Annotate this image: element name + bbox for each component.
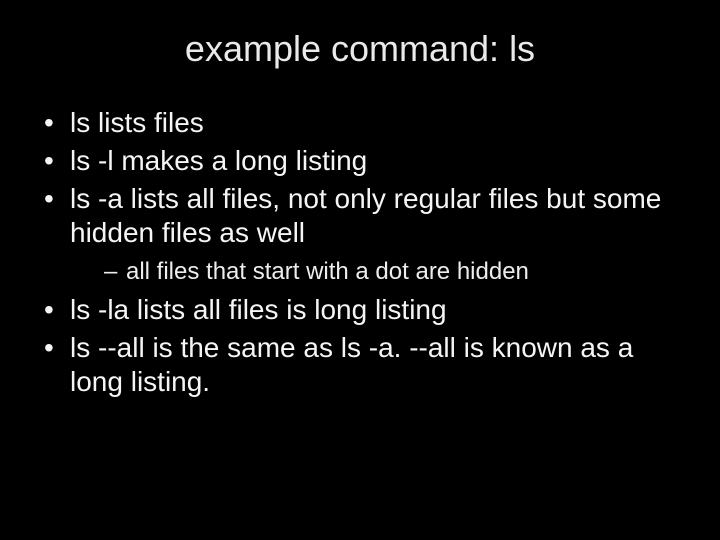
sub-list: all files that start with a dot are hidd… <box>70 257 684 287</box>
list-item: ls lists files <box>36 106 684 140</box>
list-item-text: ls -la lists all files is long listing <box>70 294 447 325</box>
list-item: ls --all is the same as ls -a. --all is … <box>36 331 684 399</box>
sub-list-item: all files that start with a dot are hidd… <box>70 257 684 287</box>
list-item-text: ls lists files <box>70 107 204 138</box>
list-item-text: ls -l makes a long listing <box>70 145 367 176</box>
list-item: ls -l makes a long listing <box>36 144 684 178</box>
slide-title: example command: ls <box>36 28 684 70</box>
list-item-text: ls --all is the same as ls -a. --all is … <box>70 332 633 397</box>
sub-list-item-text: all files that start with a dot are hidd… <box>126 258 529 285</box>
list-item: ls -a lists all files, not only regular … <box>36 182 684 286</box>
slide: example command: ls ls lists files ls -l… <box>0 0 720 540</box>
list-item-text: ls -a lists all files, not only regular … <box>70 183 661 248</box>
list-item: ls -la lists all files is long listing <box>36 293 684 327</box>
bullet-list: ls lists files ls -l makes a long listin… <box>36 106 684 399</box>
